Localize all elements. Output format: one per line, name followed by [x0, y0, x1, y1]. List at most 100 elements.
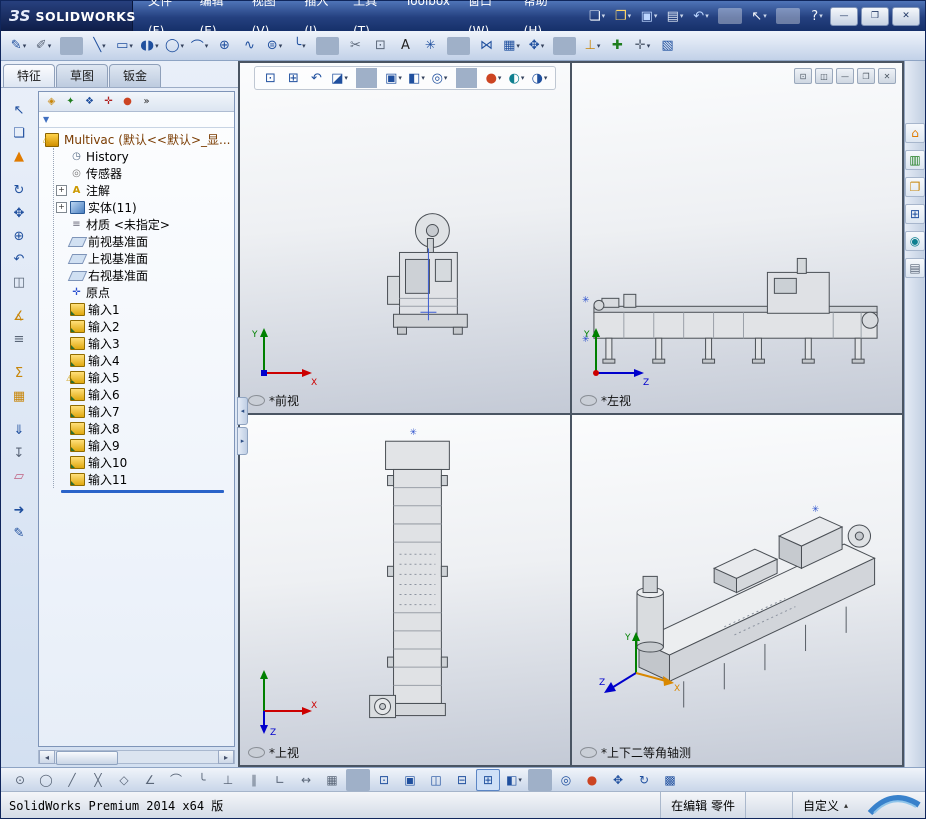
tree-item[interactable]: + 实体(11)	[56, 199, 234, 216]
scrollbar-track[interactable]	[55, 751, 218, 765]
quadrant-snap-icon[interactable]: ◇	[112, 769, 136, 791]
expand-panel-icon[interactable]: ▸	[237, 427, 248, 455]
tree-item[interactable]: 输入9	[56, 437, 234, 454]
single-view-icon[interactable]: ▣	[398, 769, 422, 791]
mass-properties-icon[interactable]: ≡	[5, 328, 33, 351]
point-icon[interactable]: ✳	[419, 34, 442, 58]
select-arrow-icon[interactable]: ↖	[5, 99, 33, 122]
tree-item[interactable]: 输入6	[56, 386, 234, 403]
display-style-bottom-icon[interactable]: ◧ ▾	[502, 769, 526, 791]
select-icon[interactable]: ↖ ▾	[747, 5, 771, 27]
help-icon[interactable]: ? ▾	[805, 5, 829, 27]
undo-icon[interactable]: ↶ ▾	[689, 5, 713, 27]
four-view-icon[interactable]: ⊞	[476, 768, 500, 791]
previous-view-icon[interactable]: ↶	[306, 68, 327, 88]
minimize-button[interactable]: —	[830, 6, 858, 26]
section-view-icon[interactable]: ◪ ▾	[329, 68, 350, 88]
grid-settings-icon[interactable]: ▩	[658, 769, 682, 791]
save-icon[interactable]: ▣ ▾	[637, 5, 661, 27]
new-document-icon[interactable]: ❏ ▾	[585, 5, 609, 27]
convert-entities-icon[interactable]: ⊡	[369, 34, 392, 58]
displaymanager-tab-icon[interactable]: ●	[118, 94, 137, 110]
text-icon[interactable]: A	[394, 34, 417, 58]
ellipse-icon[interactable]: ⊜ ▾	[263, 34, 286, 58]
home-icon[interactable]: ⌂	[905, 123, 925, 143]
edit-appearance-icon[interactable]: ● ▾	[483, 68, 504, 88]
display-relations-icon[interactable]: ⊥ ▾	[581, 34, 604, 58]
move-entities-icon[interactable]: ✥ ▾	[525, 34, 548, 58]
tree-item[interactable]: 右视基准面	[56, 267, 234, 284]
open-icon[interactable]: ❐ ▾	[611, 5, 635, 27]
appearances-icon[interactable]: ◉	[905, 231, 925, 251]
collapse-panel-icon[interactable]: ◂	[237, 397, 248, 425]
design-table-icon[interactable]: ▦	[5, 385, 33, 408]
tree-item[interactable]: ≡ 材质 <未指定>	[56, 216, 234, 233]
fillet-icon[interactable]: ╰ ▾	[288, 34, 311, 58]
two-view-horizontal-icon[interactable]: ⊟	[450, 769, 474, 791]
tree-item[interactable]: 输入11	[56, 471, 234, 488]
cone-icon[interactable]: ▲	[5, 145, 33, 168]
rotate-view-icon[interactable]: ↻	[5, 179, 33, 202]
forward-icon[interactable]: ➜	[5, 499, 33, 522]
equations-icon[interactable]: Σ	[5, 362, 33, 385]
configurationmanager-tab-icon[interactable]: ❖	[80, 94, 99, 110]
appearance-bottom-icon[interactable]: ●	[580, 769, 604, 791]
pan-icon[interactable]: ✥	[5, 202, 33, 225]
view-orientation-icon[interactable]: ▣ ▾	[383, 68, 404, 88]
section-view-icon[interactable]: ◫	[5, 271, 33, 294]
eraser-icon[interactable]: ▱	[5, 465, 33, 488]
zoom-fit-bottom-icon[interactable]: ⊡	[372, 769, 396, 791]
custom-properties-icon[interactable]: ▤	[905, 258, 925, 278]
tangent-snap-icon[interactable]: ╰	[190, 769, 214, 791]
expand-toggle-icon[interactable]: +	[56, 202, 67, 213]
scroll-right-icon[interactable]: ▸	[218, 750, 234, 764]
point-snap-icon[interactable]: ⊙	[8, 769, 32, 791]
rollback-bar[interactable]	[61, 490, 224, 493]
tab-sketch[interactable]: 草图	[56, 64, 109, 87]
line-icon[interactable]: ╲ ▾	[88, 34, 111, 58]
view-palette-icon[interactable]: ⊞	[905, 204, 925, 224]
tree-item[interactable]: 输入3	[56, 335, 234, 352]
perpendicular-snap-icon[interactable]: ⊥	[216, 769, 240, 791]
model-isometric-view[interactable]: ✳	[572, 415, 902, 765]
line-snap-icon[interactable]: ╱	[60, 769, 84, 791]
tree-item[interactable]: 输入1	[56, 301, 234, 318]
rebuild-arrow-icon[interactable]: ⇓	[5, 419, 33, 442]
hide-show-items-icon[interactable]: ◎ ▾	[429, 68, 450, 88]
propertymanager-tab-icon[interactable]: ✦	[61, 94, 80, 110]
edit-sketch-icon[interactable]: ✎	[5, 522, 33, 545]
print-icon[interactable]: ▤ ▾	[663, 5, 687, 27]
dimxpertmanager-tab-icon[interactable]: ✛	[99, 94, 118, 110]
tree-item[interactable]: 输入8	[56, 420, 234, 437]
tree-horizontal-scrollbar[interactable]: ◂ ▸	[38, 750, 235, 765]
hide-show-bottom-icon[interactable]: ◎	[554, 769, 578, 791]
mirror-entities-icon[interactable]: ⋈	[475, 34, 498, 58]
restore-button[interactable]: ❐	[861, 6, 889, 26]
tree-item[interactable]: ◷ History	[56, 148, 234, 165]
trim-entities-icon[interactable]: ✂	[344, 34, 367, 58]
rectangle-icon[interactable]: ▭ ▾	[113, 34, 136, 58]
horizontal-vertical-snap-icon[interactable]: ∟	[268, 769, 292, 791]
perimeter-circle-icon[interactable]: ⊕	[213, 34, 236, 58]
viewport-left-view[interactable]: ✳ ✳ Y Z *左视	[572, 63, 902, 413]
zoom-icon[interactable]: ⊕	[5, 225, 33, 248]
tree-item[interactable]: ⚠ 输入5	[56, 369, 234, 386]
scroll-left-icon[interactable]: ◂	[39, 750, 55, 764]
display-style-icon[interactable]: ◧ ▾	[406, 68, 427, 88]
view-settings-icon[interactable]: ◑ ▾	[529, 68, 550, 88]
sketch-icon[interactable]: ✎ ▾	[7, 34, 30, 58]
angle-snap-icon[interactable]: ∠	[138, 769, 162, 791]
copy-icon[interactable]: ❏	[5, 122, 33, 145]
center-snap-icon[interactable]: ◯	[34, 769, 58, 791]
zoom-to-area-icon[interactable]: ⊞	[283, 68, 304, 88]
parallel-snap-icon[interactable]: ∥	[242, 769, 266, 791]
two-view-vertical-icon[interactable]: ◫	[424, 769, 448, 791]
stop-icon[interactable]: ↧	[5, 442, 33, 465]
rapid-sketch-icon[interactable]: ▧	[656, 34, 679, 58]
smart-dimension-icon[interactable]: ✐ ▾	[32, 34, 55, 58]
repair-sketch-icon[interactable]: ✚	[606, 34, 629, 58]
tree-item[interactable]: ◎ 传感器	[56, 165, 234, 182]
measure-icon[interactable]: ∡	[5, 305, 33, 328]
linear-pattern-icon[interactable]: ▦ ▾	[500, 34, 523, 58]
tree-item[interactable]: 输入10	[56, 454, 234, 471]
